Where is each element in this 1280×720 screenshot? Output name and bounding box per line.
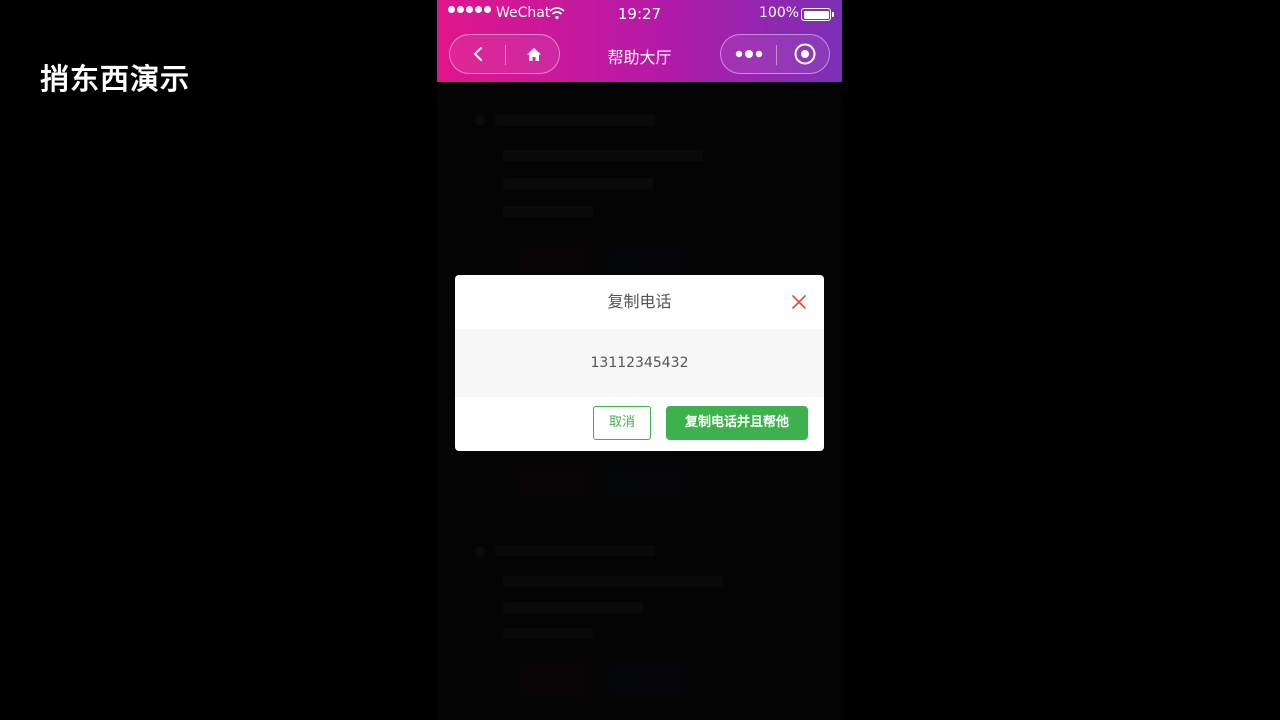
more-icon: [735, 50, 762, 58]
phone-number: 13112345432: [455, 329, 824, 397]
phone-screen: WeChat 19:27 100% 帮助大厅 复制电话 13112345432 …: [437, 0, 842, 720]
close-dialog-button[interactable]: [791, 294, 807, 310]
cancel-button[interactable]: 取消: [593, 406, 651, 440]
app-header: WeChat 19:27 100% 帮助大厅: [437, 0, 842, 82]
copy-phone-dialog: 复制电话 13112345432 取消 复制电话并且帮他: [455, 275, 824, 451]
close-miniprogram-button[interactable]: [777, 35, 832, 73]
close-miniprogram-icon: [794, 43, 815, 65]
copy-and-help-button[interactable]: 复制电话并且帮他: [666, 406, 808, 440]
nav-capsule-right: [720, 34, 830, 74]
more-button[interactable]: [721, 35, 776, 73]
close-icon: [792, 295, 806, 309]
dialog-title: 复制电话: [607, 292, 672, 311]
demo-watermark-label: 捎东西演示: [40, 62, 191, 96]
status-bar: WeChat 19:27 100%: [437, 0, 842, 28]
battery-icon: [801, 8, 834, 21]
battery-percent: 100%: [759, 5, 800, 21]
